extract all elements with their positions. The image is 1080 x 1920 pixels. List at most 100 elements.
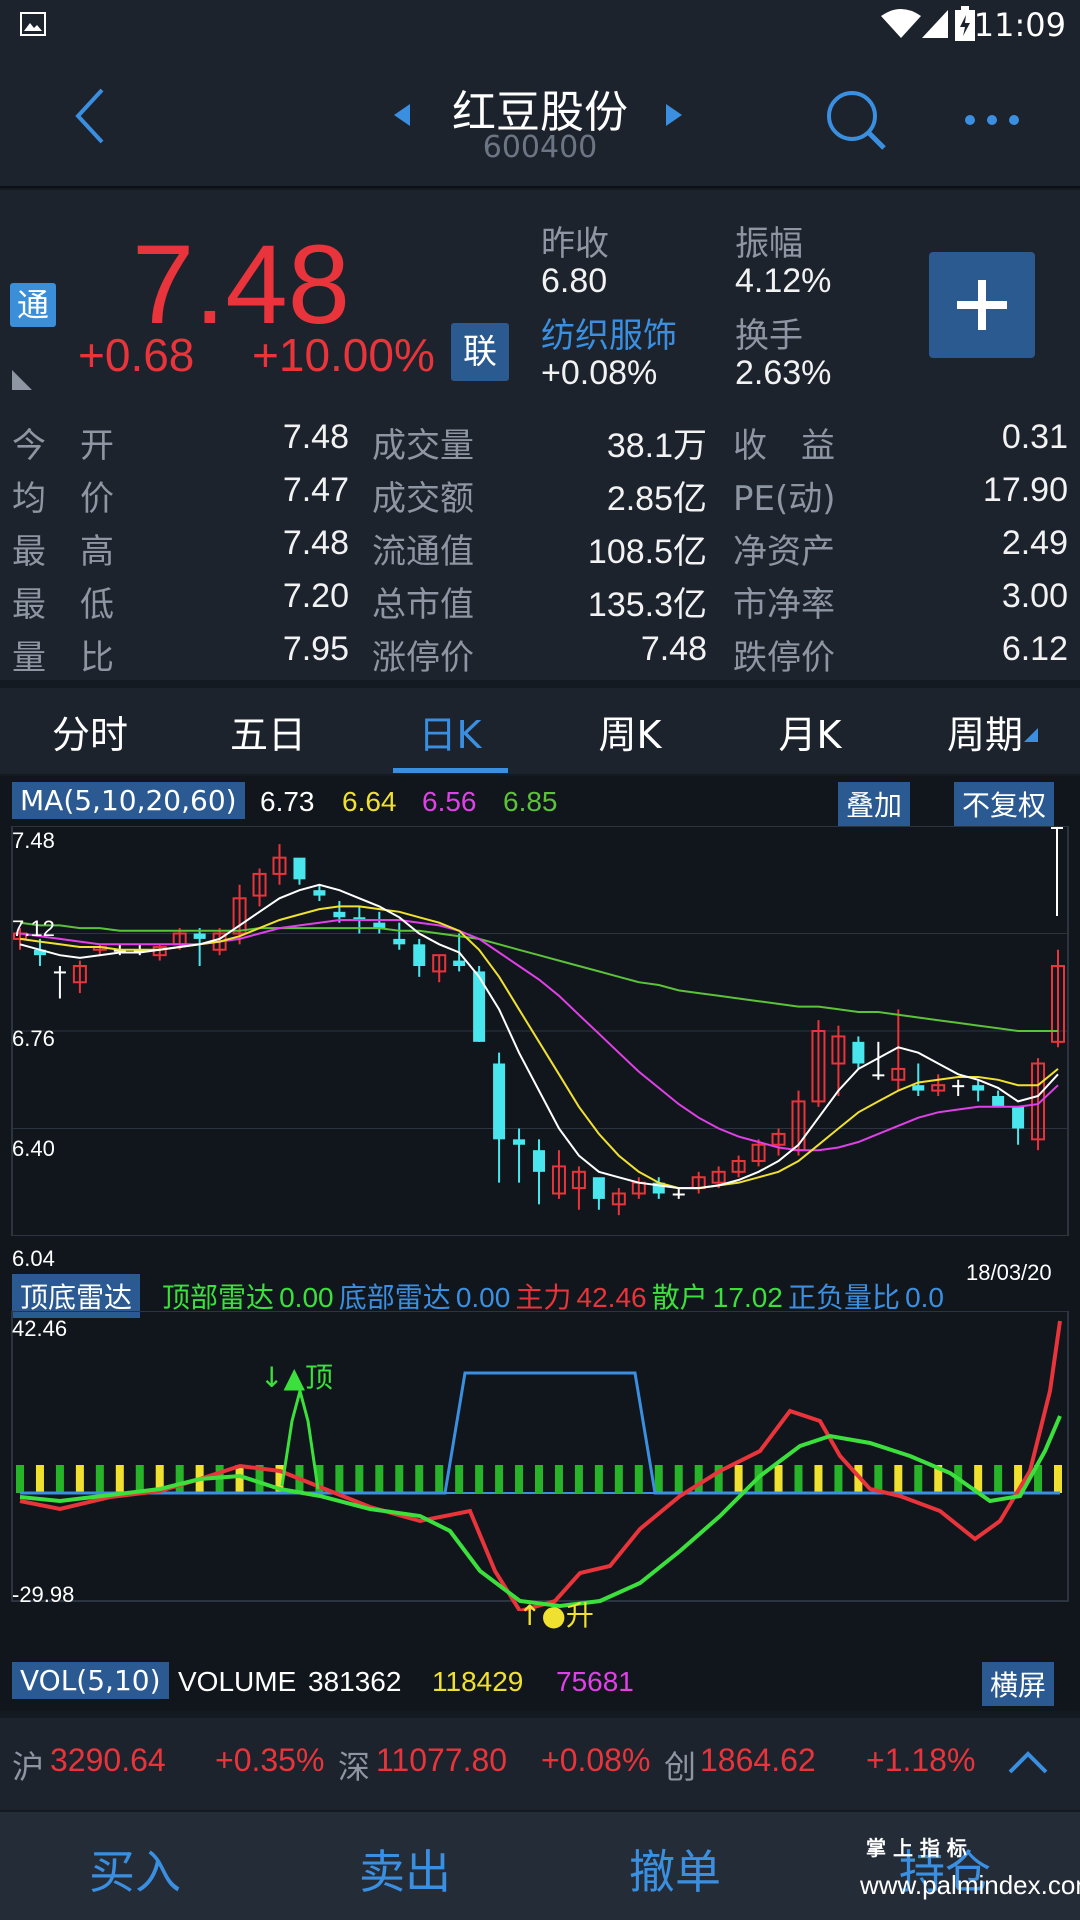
volume-ma10: 75681	[556, 1666, 634, 1697]
rise-signal: ↑●升	[518, 1599, 594, 1632]
sh-value: 3290.64	[50, 1742, 166, 1778]
stat-label: 跌停价	[733, 638, 835, 678]
price-axis-label: 6.04	[12, 1246, 55, 1271]
cy-value: 1864.62	[700, 1742, 816, 1778]
radar-bar	[455, 1465, 464, 1493]
radar-bar	[395, 1465, 404, 1493]
radar-bar	[1054, 1465, 1062, 1493]
market-index-bar[interactable]: 沪 3290.64 +0.35% 深 11077.80 +0.08% 创 186…	[0, 1718, 1080, 1810]
cancel-order-button[interactable]: 撤单	[595, 1836, 755, 1902]
cy-pct: +1.18%	[866, 1742, 976, 1778]
tab-weekly-k[interactable]: 周K	[570, 704, 690, 759]
stat-label: 今 开	[12, 426, 114, 466]
stat-value: 108.5亿	[587, 533, 707, 571]
search-icon[interactable]	[824, 88, 888, 152]
tab-monthly-k[interactable]: 月K	[750, 704, 870, 759]
radar-bar	[734, 1465, 743, 1493]
dropdown-triangle-icon	[1024, 728, 1038, 742]
amplitude-label: 振幅	[735, 224, 803, 264]
turnover-value: 2.63%	[735, 354, 832, 392]
candlestick-chart[interactable]	[0, 826, 1080, 1236]
stats-row: 量 比 7.95 涨停价 7.48 跌停价 6.12	[0, 624, 1080, 678]
radar-bar	[135, 1465, 144, 1493]
stat-label: PE(动)	[733, 479, 836, 519]
radar-bar	[355, 1465, 364, 1493]
candle-body	[53, 971, 66, 974]
active-tab-indicator	[393, 768, 508, 773]
candle-body	[533, 1150, 545, 1172]
radar-bar	[814, 1465, 823, 1493]
stats-row: 最 低 7.20 总市值 135.3亿 市净率 3.00	[0, 571, 1080, 625]
image-notification-icon	[20, 12, 46, 36]
radar-bar	[335, 1465, 344, 1493]
radar-bar	[614, 1465, 623, 1493]
candle-body	[872, 1074, 885, 1077]
tab-daily-k[interactable]: 日K	[390, 704, 510, 759]
stats-table: 今 开 7.48 成交量 38.1万收 益 0.31 均 价 7.47 成交额 2.85亿 PE(…	[0, 412, 1080, 678]
radar-indicator-chart[interactable]	[0, 1311, 1080, 1611]
more-icon[interactable]	[962, 112, 1022, 128]
top-radar-label: 顶部雷达	[162, 1282, 275, 1313]
add-watchlist-button[interactable]	[929, 252, 1035, 358]
sz-pct: +0.08%	[541, 1742, 651, 1778]
amplitude-value: 4.12%	[735, 262, 832, 300]
radar-bar	[894, 1465, 903, 1493]
candle-body	[592, 1177, 605, 1199]
price-axis-label: 7.48	[12, 828, 55, 853]
volume-value: 381362	[308, 1666, 402, 1697]
sector-link[interactable]: 纺织服饰	[541, 308, 677, 357]
main-force-value: 42.46	[576, 1282, 647, 1313]
connect-badge[interactable]: 通	[10, 283, 56, 327]
top-radar-value: 0.00	[279, 1282, 334, 1313]
radar-legend: 顶部雷达 0.00 底部雷达 0.00 主力 42.46 散户 17.02 正负…	[162, 1276, 944, 1316]
volume-ratio-value: 0.0	[905, 1282, 945, 1313]
radar-bar	[594, 1465, 603, 1493]
price-axis-label: 7.12	[12, 916, 55, 941]
link-badge[interactable]: 联	[451, 323, 509, 381]
landscape-button[interactable]: 横屏	[982, 1662, 1055, 1706]
candle-body	[193, 933, 206, 939]
retail-line	[19, 1415, 1062, 1609]
next-stock-icon[interactable]	[664, 102, 684, 128]
tab-intraday[interactable]: 分时	[30, 704, 150, 759]
radar-bar	[834, 1465, 843, 1493]
radar-bar	[914, 1465, 923, 1493]
radar-bar	[16, 1465, 24, 1493]
buy-button[interactable]: 买入	[55, 1836, 215, 1902]
radar-bar	[375, 1465, 384, 1493]
watermark-title: 掌 上 指 标	[866, 1836, 967, 1860]
chevron-up-icon[interactable]	[1008, 1750, 1048, 1776]
radar-bar	[75, 1465, 84, 1493]
candle-body	[293, 857, 306, 880]
bottom-radar-label: 底部雷达	[338, 1282, 451, 1313]
ma-indicator-label[interactable]: MA(5,10,20,60)	[12, 782, 245, 819]
radar-bar	[574, 1465, 583, 1493]
stat-value: 38.1万	[606, 427, 707, 465]
prev-close-label: 昨收	[541, 224, 609, 264]
stock-header: 红豆股份 600400	[0, 50, 1080, 188]
stats-row: 最 高 7.48 流通值 108.5亿 净资产 2.49	[0, 518, 1080, 572]
ma60-line	[19, 921, 1058, 1032]
period-tabs: 分时 五日 日K 周K 月K 周期	[0, 688, 1080, 774]
price-change-pct: +10.00%	[252, 329, 435, 381]
bottom-radar-value: 0.00	[455, 1282, 511, 1313]
stat-value: 2.49	[1001, 524, 1068, 562]
stat-label: 成交额	[372, 479, 474, 519]
radar-bar	[475, 1465, 484, 1493]
cy-label: 创	[664, 1749, 697, 1785]
overlay-button[interactable]: 叠加	[838, 782, 911, 826]
radar-bar	[415, 1465, 424, 1493]
candle-body	[453, 960, 466, 966]
radar-bar	[994, 1465, 1003, 1493]
radar-bar	[115, 1465, 124, 1493]
tab-five-day[interactable]: 五日	[208, 704, 328, 759]
stats-row: 今 开 7.48 成交量 38.1万收 益 0.31	[0, 412, 1080, 466]
stat-value: 6.12	[1001, 630, 1068, 668]
adjust-button[interactable]: 不复权	[954, 782, 1055, 826]
peak-signal: ↓▲顶	[260, 1361, 333, 1394]
sell-button[interactable]: 卖出	[325, 1836, 485, 1902]
quote-panel: 通 7.48 +0.68 +10.00% 联 昨收 6.80 纺织服饰 +0.0…	[0, 190, 1080, 680]
vol-indicator-label[interactable]: VOL(5,10)	[12, 1662, 169, 1699]
stat-label: 最 高	[12, 532, 114, 572]
radar-bar	[95, 1465, 104, 1493]
